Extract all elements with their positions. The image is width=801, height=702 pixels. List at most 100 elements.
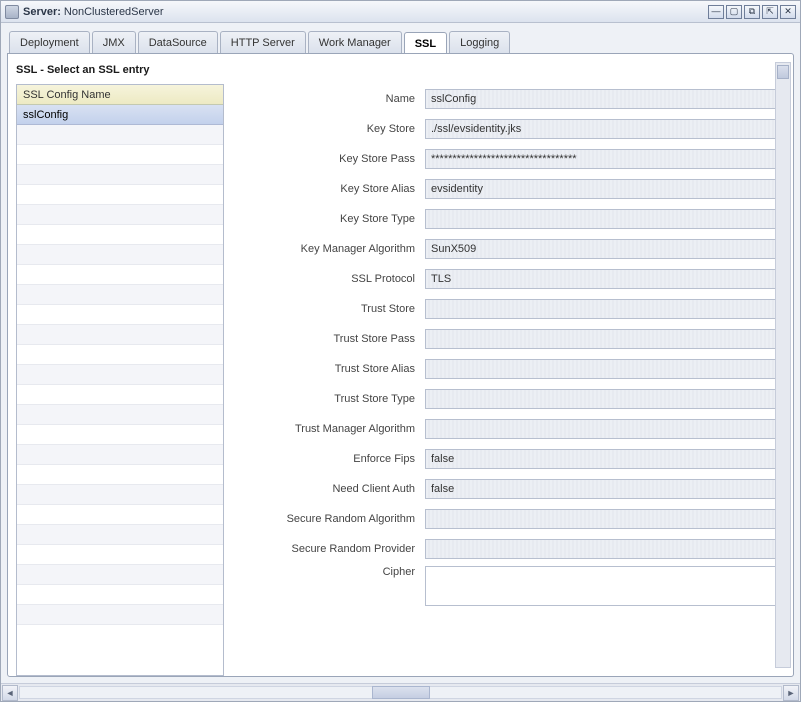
form-row: Key Store Pass**************************…: [250, 144, 781, 174]
list-item[interactable]: [17, 385, 223, 405]
form-field[interactable]: [425, 389, 781, 409]
tabstrip: Deployment JMX DataSource HTTP Server Wo…: [7, 29, 794, 53]
form-field[interactable]: TLS: [425, 269, 781, 289]
form-label: Name: [250, 93, 425, 105]
form-label: Trust Store Type: [250, 393, 425, 405]
detach-button[interactable]: ⇱: [762, 5, 778, 19]
form-row: Enforce Fipsfalse: [250, 444, 781, 474]
form-field[interactable]: [425, 209, 781, 229]
form-row: Trust Store Alias: [250, 354, 781, 384]
vertical-scrollbar[interactable]: [775, 62, 791, 668]
form-label: SSL Protocol: [250, 273, 425, 285]
form-row: Secure Random Algorithm: [250, 504, 781, 534]
tab-jmx[interactable]: JMX: [92, 31, 136, 53]
form-field[interactable]: [425, 329, 781, 349]
form-label: Secure Random Provider: [250, 543, 425, 555]
list-item[interactable]: [17, 425, 223, 445]
tab-work-manager[interactable]: Work Manager: [308, 31, 402, 53]
list-item[interactable]: [17, 165, 223, 185]
list-item[interactable]: sslConfig: [17, 105, 223, 125]
form-field[interactable]: [425, 359, 781, 379]
form-field[interactable]: **********************************: [425, 149, 781, 169]
form-row: Need Client Authfalse: [250, 474, 781, 504]
list-item[interactable]: [17, 485, 223, 505]
scrollbar-thumb[interactable]: [777, 65, 789, 79]
form-label: Key Manager Algorithm: [250, 243, 425, 255]
list-item[interactable]: [17, 145, 223, 165]
list-body: sslConfig: [17, 105, 223, 675]
list-item[interactable]: [17, 445, 223, 465]
title-label: Server:: [23, 6, 61, 18]
form-row: Trust Store Pass: [250, 324, 781, 354]
tab-http-server[interactable]: HTTP Server: [220, 31, 306, 53]
list-item[interactable]: [17, 405, 223, 425]
window-frame: Server: NonClusteredServer — ▢ ⧉ ⇱ ✕ Dep…: [0, 0, 801, 702]
form-field[interactable]: [425, 419, 781, 439]
list-item[interactable]: [17, 185, 223, 205]
form-label: Key Store Pass: [250, 153, 425, 165]
form-label: Trust Manager Algorithm: [250, 423, 425, 435]
list-item[interactable]: [17, 565, 223, 585]
scroll-left-button[interactable]: ◄: [2, 685, 18, 701]
form-row: SSL ProtocolTLS: [250, 264, 781, 294]
scroll-right-button[interactable]: ►: [783, 685, 799, 701]
tab-deployment[interactable]: Deployment: [9, 31, 90, 53]
form-field[interactable]: evsidentity: [425, 179, 781, 199]
form-label: Secure Random Algorithm: [250, 513, 425, 525]
list-item[interactable]: [17, 265, 223, 285]
maximize-button[interactable]: ⧉: [744, 5, 760, 19]
form-row: Cipher: [250, 564, 781, 610]
list-header[interactable]: SSL Config Name: [17, 85, 223, 105]
list-item[interactable]: [17, 605, 223, 625]
scrollbar-thumb[interactable]: [372, 686, 430, 699]
content-area: Deployment JMX DataSource HTTP Server Wo…: [1, 23, 800, 701]
list-item[interactable]: [17, 325, 223, 345]
tab-datasource[interactable]: DataSource: [138, 31, 218, 53]
list-item[interactable]: [17, 545, 223, 565]
form-label: Need Client Auth: [250, 483, 425, 495]
form-field[interactable]: sslConfig: [425, 89, 781, 109]
list-item[interactable]: [17, 245, 223, 265]
form-field[interactable]: false: [425, 449, 781, 469]
form-field[interactable]: SunX509: [425, 239, 781, 259]
title-name: NonClusteredServer: [64, 6, 164, 18]
list-item[interactable]: [17, 365, 223, 385]
list-item[interactable]: [17, 465, 223, 485]
list-item[interactable]: [17, 125, 223, 145]
form-label: Key Store Alias: [250, 183, 425, 195]
list-item[interactable]: [17, 285, 223, 305]
form-field[interactable]: ./ssl/evsidentity.jks: [425, 119, 781, 139]
form-field[interactable]: [425, 539, 781, 559]
list-item[interactable]: [17, 505, 223, 525]
minimize-button[interactable]: —: [708, 5, 724, 19]
panel: SSL - Select an SSL entry SSL Config Nam…: [7, 53, 794, 677]
section-title: SSL - Select an SSL entry: [16, 62, 785, 84]
list-item[interactable]: [17, 205, 223, 225]
server-icon: [5, 5, 19, 19]
form-row: NamesslConfig: [250, 84, 781, 114]
form-field[interactable]: [425, 566, 781, 606]
tab-logging[interactable]: Logging: [449, 31, 510, 53]
horizontal-scrollbar[interactable]: ◄ ►: [1, 683, 800, 701]
form-field[interactable]: [425, 509, 781, 529]
ssl-config-listbox[interactable]: SSL Config Name sslConfig: [16, 84, 224, 676]
form-field[interactable]: [425, 299, 781, 319]
form-row: Key Store Type: [250, 204, 781, 234]
list-item[interactable]: [17, 305, 223, 325]
ssl-form: NamesslConfigKey Store./ssl/evsidentity.…: [250, 84, 785, 676]
list-item[interactable]: [17, 345, 223, 365]
form-row: Key Store./ssl/evsidentity.jks: [250, 114, 781, 144]
list-item[interactable]: [17, 585, 223, 605]
list-item[interactable]: [17, 525, 223, 545]
tab-ssl[interactable]: SSL: [404, 32, 447, 54]
form-label: Key Store Type: [250, 213, 425, 225]
form-row: Trust Store: [250, 294, 781, 324]
titlebar[interactable]: Server: NonClusteredServer — ▢ ⧉ ⇱ ✕: [1, 1, 800, 23]
form-label: Key Store: [250, 123, 425, 135]
form-field[interactable]: false: [425, 479, 781, 499]
list-item[interactable]: [17, 225, 223, 245]
restore-button[interactable]: ▢: [726, 5, 742, 19]
form-row: Trust Store Type: [250, 384, 781, 414]
close-button[interactable]: ✕: [780, 5, 796, 19]
form-label: Cipher: [250, 566, 425, 578]
